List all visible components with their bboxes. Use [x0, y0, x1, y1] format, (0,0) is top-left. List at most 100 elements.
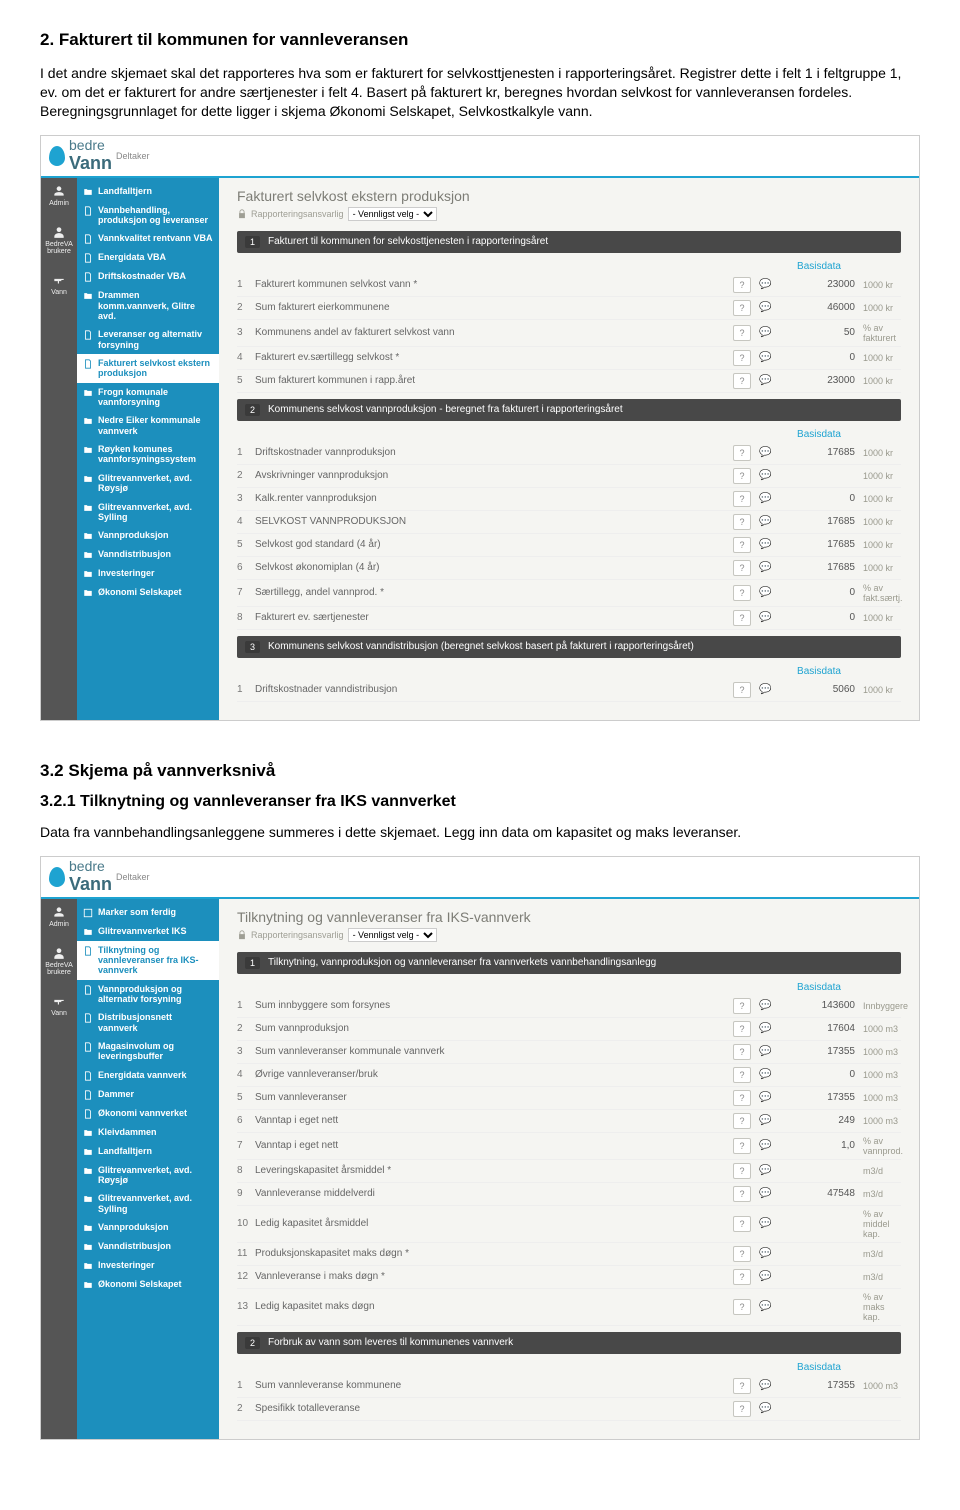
sidebar-item[interactable]: Landfalltjern [77, 1142, 219, 1161]
sidebar-item[interactable]: Frogn komunale vannforsyning [77, 383, 219, 412]
comment-icon[interactable]: 💬 [759, 1165, 775, 1176]
help-button[interactable]: ? [733, 560, 751, 576]
comment-icon[interactable]: 💬 [759, 1115, 775, 1126]
help-button[interactable]: ? [733, 1067, 751, 1083]
comment-icon[interactable]: 💬 [759, 562, 775, 573]
help-button[interactable]: ? [733, 1138, 751, 1154]
help-button[interactable]: ? [733, 350, 751, 366]
sidebar-item[interactable]: Kleivdammen [77, 1123, 219, 1142]
comment-icon[interactable]: 💬 [759, 1380, 775, 1391]
sidebar-item[interactable]: Marker som ferdig [77, 903, 219, 922]
help-button[interactable]: ? [733, 610, 751, 626]
help-button[interactable]: ? [733, 1021, 751, 1037]
comment-icon[interactable]: 💬 [759, 1069, 775, 1080]
help-button[interactable]: ? [733, 1299, 751, 1315]
comment-icon[interactable]: 💬 [759, 1218, 775, 1229]
responsible-select[interactable]: - Vennligst velg - [348, 928, 437, 942]
comment-icon[interactable]: 💬 [759, 1000, 775, 1011]
help-button[interactable]: ? [733, 585, 751, 601]
rail-vann[interactable]: Vann [51, 273, 67, 296]
comment-icon[interactable]: 💬 [759, 302, 775, 313]
rail-admin[interactable]: Admin [49, 184, 69, 207]
sidebar-item[interactable]: Driftskostnader VBA [77, 267, 219, 286]
sidebar-item[interactable]: Distribusjonsnett vannverk [77, 1008, 219, 1037]
comment-icon[interactable]: 💬 [759, 447, 775, 458]
sidebar-item[interactable]: Økonomi Selskapet [77, 1275, 219, 1294]
help-button[interactable]: ? [733, 300, 751, 316]
sidebar-item[interactable]: Energidata vannverk [77, 1066, 219, 1085]
sidebar-item[interactable]: Investeringer [77, 564, 219, 583]
responsible-select[interactable]: - Vennligst velg - [348, 207, 437, 221]
help-button[interactable]: ? [733, 445, 751, 461]
sidebar-item[interactable]: Investeringer [77, 1256, 219, 1275]
sidebar-item[interactable]: Leveranser og alternativ forsyning [77, 325, 219, 354]
comment-icon[interactable]: 💬 [759, 279, 775, 290]
help-button[interactable]: ? [733, 373, 751, 389]
comment-icon[interactable]: 💬 [759, 470, 775, 481]
help-button[interactable]: ? [733, 682, 751, 698]
comment-icon[interactable]: 💬 [759, 539, 775, 550]
sidebar-item[interactable]: Energidata VBA [77, 248, 219, 267]
sidebar-item[interactable]: Økonomi Selskapet [77, 583, 219, 602]
sidebar-item[interactable]: Drammen komm.vannverk, Glitre avd. [77, 286, 219, 325]
sidebar-item[interactable]: Vanndistribusjon [77, 1237, 219, 1256]
sidebar-item[interactable]: Glitrevannverket, avd. Sylling [77, 1189, 219, 1218]
sidebar-item[interactable]: Glitrevannverket, avd. Røysjø [77, 469, 219, 498]
help-button[interactable]: ? [733, 1090, 751, 1106]
sidebar-item[interactable]: Vannproduksjon og alternativ forsyning [77, 980, 219, 1009]
sidebar-item[interactable]: Nedre Eiker kommunale vannverk [77, 411, 219, 440]
comment-icon[interactable]: 💬 [759, 612, 775, 623]
help-button[interactable]: ? [733, 1186, 751, 1202]
comment-icon[interactable]: 💬 [759, 327, 775, 338]
sidebar-item[interactable]: Glitrevannverket IKS [77, 922, 219, 941]
help-button[interactable]: ? [733, 325, 751, 341]
comment-icon[interactable]: 💬 [759, 375, 775, 386]
comment-icon[interactable]: 💬 [759, 493, 775, 504]
sidebar-item[interactable]: Vannproduksjon [77, 1218, 219, 1237]
help-button[interactable]: ? [733, 1246, 751, 1262]
help-button[interactable]: ? [733, 468, 751, 484]
rail-vann[interactable]: Vann [51, 994, 67, 1017]
sidebar-item[interactable]: Fakturert selvkost ekstern produksjon [77, 354, 219, 383]
sidebar-item[interactable]: Vannproduksjon [77, 526, 219, 545]
comment-icon[interactable]: 💬 [759, 684, 775, 695]
help-button[interactable]: ? [733, 1044, 751, 1060]
comment-icon[interactable]: 💬 [759, 1046, 775, 1057]
comment-icon[interactable]: 💬 [759, 587, 775, 598]
sidebar-item[interactable]: Glitrevannverket, avd. Sylling [77, 498, 219, 527]
help-button[interactable]: ? [733, 998, 751, 1014]
help-button[interactable]: ? [733, 1269, 751, 1285]
comment-icon[interactable]: 💬 [759, 1140, 775, 1151]
comment-icon[interactable]: 💬 [759, 1271, 775, 1282]
rail-bedreva[interactable]: BedreVA brukere [41, 946, 77, 976]
sidebar-item[interactable]: Vannbehandling, produksjon og leveranser [77, 201, 219, 230]
sidebar-item[interactable]: Landfalltjern [77, 182, 219, 201]
comment-icon[interactable]: 💬 [759, 516, 775, 527]
sidebar-item[interactable]: Vanndistribusjon [77, 545, 219, 564]
sidebar-item[interactable]: Tilknytning og vannleveranser fra IKS-va… [77, 941, 219, 980]
comment-icon[interactable]: 💬 [759, 1248, 775, 1259]
help-button[interactable]: ? [733, 1401, 751, 1417]
help-button[interactable]: ? [733, 277, 751, 293]
comment-icon[interactable]: 💬 [759, 1188, 775, 1199]
help-button[interactable]: ? [733, 1113, 751, 1129]
help-button[interactable]: ? [733, 1163, 751, 1179]
sidebar-item[interactable]: Røyken komunes vannforsyningssystem [77, 440, 219, 469]
sidebar-item[interactable]: Dammer [77, 1085, 219, 1104]
help-button[interactable]: ? [733, 1216, 751, 1232]
comment-icon[interactable]: 💬 [759, 1301, 775, 1312]
help-button[interactable]: ? [733, 514, 751, 530]
comment-icon[interactable]: 💬 [759, 1023, 775, 1034]
sidebar-item[interactable]: Magasinvolum og leveringsbuffer [77, 1037, 219, 1066]
rail-bedreva[interactable]: BedreVA brukere [41, 225, 77, 255]
comment-icon[interactable]: 💬 [759, 1403, 775, 1414]
sidebar-item[interactable]: Økonomi vannverket [77, 1104, 219, 1123]
sidebar-item[interactable]: Vannkvalitet rentvann VBA [77, 229, 219, 248]
comment-icon[interactable]: 💬 [759, 1092, 775, 1103]
help-button[interactable]: ? [733, 491, 751, 507]
comment-icon[interactable]: 💬 [759, 352, 775, 363]
sidebar-item[interactable]: Glitrevannverket, avd. Røysjø [77, 1161, 219, 1190]
help-button[interactable]: ? [733, 1378, 751, 1394]
help-button[interactable]: ? [733, 537, 751, 553]
rail-admin[interactable]: Admin [49, 905, 69, 928]
